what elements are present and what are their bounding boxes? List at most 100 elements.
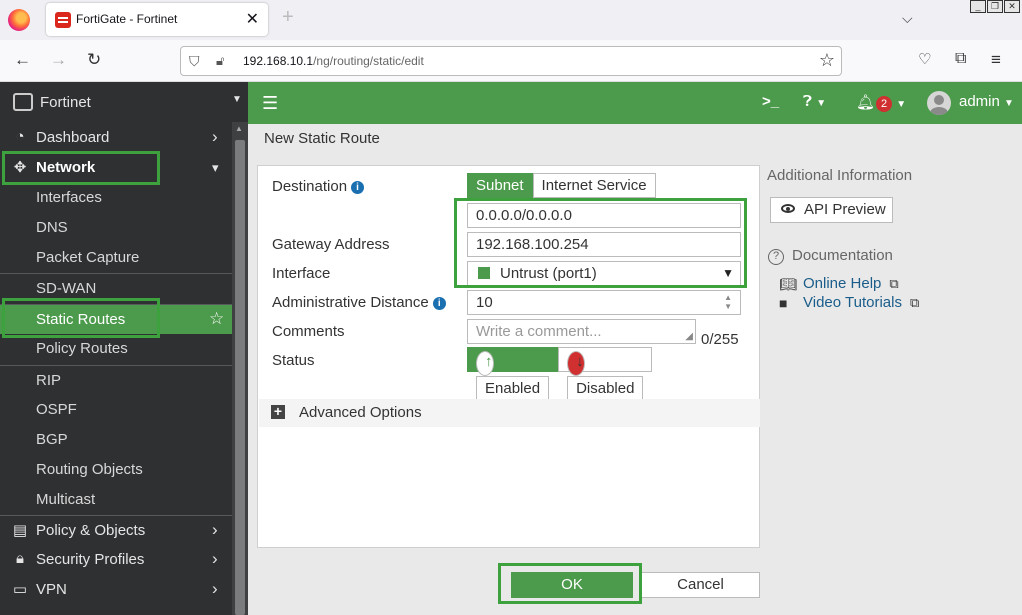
spinner-arrows-icon[interactable]: ▲ ▼ (724, 293, 732, 311)
scrollbar-thumb[interactable] (235, 140, 245, 615)
question-circle-icon: ? (768, 249, 784, 265)
bell-icon: 🔔︎ (856, 94, 876, 111)
hamburger-menu-icon[interactable]: ☰ (262, 93, 278, 114)
subnet-option[interactable]: Subnet (467, 173, 533, 198)
url-text[interactable]: 192.168.10.1/ng/routing/static/edit (243, 54, 424, 68)
insecure-lock-icon[interactable]: 🔓︎ (216, 53, 224, 69)
extensions-icon[interactable]: ⧉ (955, 50, 966, 68)
plus-square-icon: + (271, 404, 285, 419)
cancel-button[interactable]: Cancel (641, 572, 760, 598)
window-controls: _ ❐ ✕ (970, 0, 1020, 13)
fortigate-device-icon (13, 93, 33, 111)
alerts-badge: 2 (876, 96, 893, 112)
sidebar-item-multicast[interactable]: Multicast (0, 485, 232, 515)
policy-doc-icon: ▤ (12, 522, 28, 539)
reload-icon[interactable]: ↻ (87, 50, 101, 70)
ok-button[interactable]: OK (511, 572, 633, 598)
sidebar-item-vpn[interactable]: ▭ VPN › (0, 575, 232, 605)
static-route-form: Destination i Subnet Internet Service 0.0… (257, 165, 760, 548)
status-label: Status (272, 352, 315, 369)
favorite-star-icon[interactable]: ☆ (209, 309, 224, 329)
video-tutorials-link[interactable]: ■ Video Tutorials ⧉ (779, 294, 920, 311)
browser-tab-bar: FortiGate - Fortinet ✕ + ⌵ _ ❐ ✕ (0, 0, 1022, 40)
admin-distance-input[interactable]: 10 ▲ ▼ (467, 290, 741, 315)
status-disabled-option[interactable]: ↓ Disabled (558, 347, 653, 401)
resize-grip-icon[interactable]: ◢ (685, 331, 693, 342)
laptop-icon: ▭ (12, 581, 28, 598)
bookmark-star-icon[interactable]: ☆ (819, 50, 835, 71)
sidebar-item-policy-objects[interactable]: ▤ Policy & Objects › (0, 515, 232, 545)
info-icon[interactable]: i (351, 181, 365, 194)
tracking-shield-icon[interactable]: ⛉ (189, 53, 200, 70)
menu-icon[interactable]: ≡ (991, 50, 1001, 70)
chevron-right-icon: › (212, 520, 218, 539)
gateway-input[interactable]: 192.168.100.254 (467, 232, 741, 257)
chevron-right-icon: › (212, 579, 218, 598)
firefox-icon[interactable] (8, 9, 30, 31)
external-link-icon: ⧉ (889, 276, 899, 291)
status-enabled-option[interactable]: ↑ Enabled (467, 347, 559, 401)
interface-select[interactable]: Untrust (port1) ▼ (467, 261, 741, 286)
pocket-icon[interactable]: ♡ (918, 50, 931, 68)
external-link-icon: ⧉ (909, 295, 920, 310)
caret-down-icon: ▼ (232, 94, 242, 105)
brand-label: Fortinet (40, 94, 91, 111)
cli-console-icon[interactable]: >_ (762, 93, 779, 110)
network-move-icon: ✥ (13, 159, 27, 176)
book-icon: 📖︎ (779, 276, 797, 292)
page-title: New Static Route (264, 130, 380, 147)
chevron-down-icon: ▾ (212, 160, 219, 175)
notifications-menu[interactable]: 🔔︎ 2 ▼ (856, 93, 906, 112)
sidebar-item-dashboard[interactable]: ◔ Dashboard › (0, 123, 232, 153)
internet-service-option[interactable]: Internet Service (532, 173, 656, 198)
user-menu[interactable]: admin ▼ (959, 93, 1014, 110)
sidebar-item-bgp[interactable]: BGP (0, 425, 232, 455)
back-icon[interactable]: ← (14, 50, 31, 70)
minimize-icon[interactable]: _ (970, 0, 986, 13)
sidebar: Fortinet ▼ ◔ Dashboard › ✥ Network ▾ Int… (0, 82, 248, 615)
sidebar-item-security-profiles[interactable]: 🔒︎ Security Profiles › (0, 545, 232, 575)
new-tab-icon[interactable]: + (282, 6, 294, 29)
admin-distance-label: Administrative Distance i (272, 294, 446, 311)
top-header: ☰ >_ ❓︎ ▼ 🔔︎ 2 ▼ admin ▼ (248, 82, 1022, 124)
chevron-right-icon: › (212, 549, 218, 568)
forward-icon[interactable]: → (50, 50, 67, 70)
sidebar-item-routing-objects[interactable]: Routing Objects (0, 455, 232, 485)
sidebar-item-dns[interactable]: DNS (0, 213, 232, 243)
sidebar-item-ospf[interactable]: OSPF (0, 395, 232, 425)
status-toggle: ↑ Enabled ↓ Disabled (467, 347, 653, 401)
destination-input[interactable]: 0.0.0.0/0.0.0.0 (467, 203, 741, 228)
info-icon[interactable]: i (432, 297, 446, 310)
user-name: admin (959, 93, 1000, 110)
sidebar-item-rip[interactable]: RIP (0, 365, 232, 395)
gateway-label: Gateway Address (272, 236, 390, 253)
sidebar-item-sd-wan[interactable]: SD-WAN (0, 273, 232, 303)
list-tabs-chevron-icon[interactable]: ⌵ (902, 10, 913, 27)
sidebar-item-network[interactable]: ✥ Network ▾ (0, 153, 232, 183)
online-help-link[interactable]: 📖︎ Online Help ⧉ (779, 275, 899, 292)
comments-label: Comments (272, 323, 345, 340)
arrow-up-circle-icon: ↑ (476, 351, 494, 376)
sidebar-scrollbar[interactable] (232, 122, 248, 615)
fortinet-favicon-icon (55, 12, 71, 28)
title-bar: New Static Route (248, 124, 1022, 152)
port-icon (478, 267, 490, 279)
sidebar-item-interfaces[interactable]: Interfaces (0, 183, 232, 213)
comments-textarea[interactable]: Write a comment... ◢ (467, 319, 696, 344)
help-menu[interactable]: ❓︎ ▼ (803, 93, 826, 110)
address-bar[interactable]: ⛉ 🔓︎ 192.168.10.1/ng/routing/static/edit… (180, 46, 842, 76)
sidebar-item-packet-capture[interactable]: Packet Capture (0, 243, 232, 273)
sidebar-item-policy-routes[interactable]: Policy Routes (0, 334, 232, 364)
advanced-options-toggle[interactable]: + Advanced Options (259, 399, 760, 427)
restore-icon[interactable]: ❐ (987, 0, 1003, 13)
browser-tab[interactable]: FortiGate - Fortinet ✕ (46, 3, 268, 36)
sidebar-item-static-routes[interactable]: Static Routes ☆ (0, 304, 232, 334)
tab-title: FortiGate - Fortinet (76, 12, 178, 26)
help-icon: ❓︎ (803, 93, 813, 110)
sidebar-brand[interactable]: Fortinet ▼ (0, 82, 248, 122)
api-preview-button[interactable]: API Preview (770, 197, 893, 223)
avatar[interactable] (927, 91, 951, 115)
close-tab-icon[interactable]: ✕ (246, 9, 259, 29)
close-window-icon[interactable]: ✕ (1004, 0, 1020, 13)
video-camera-icon: ■ (779, 295, 788, 311)
